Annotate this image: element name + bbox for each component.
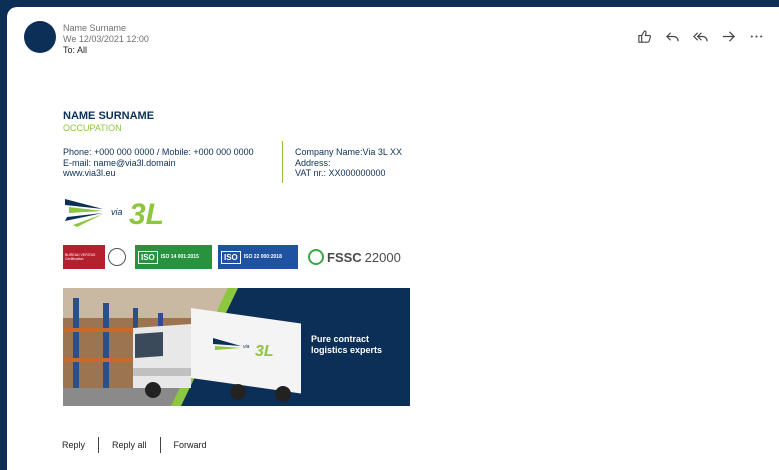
signature-contacts: Phone: +000 000 0000 / Mobile: +000 000 … xyxy=(63,147,254,179)
signature-company: Company Name:Via 3L XX Address: VAT nr.:… xyxy=(295,147,402,179)
avatar[interactable] xyxy=(24,21,56,53)
fssc-ring-icon xyxy=(308,249,324,265)
reply-button[interactable]: Reply xyxy=(62,440,85,450)
company-name: Company Name:Via 3L XX xyxy=(295,147,403,157)
reply-bar: Reply Reply all Forward xyxy=(62,437,207,453)
fssc-22000-badge: FSSC 22000 xyxy=(308,249,401,265)
forward-icon[interactable] xyxy=(719,27,737,45)
footer-divider xyxy=(98,437,100,453)
website-link[interactable]: www.via3l.eu xyxy=(63,168,254,179)
recipients: To: All xyxy=(63,45,88,55)
tagline-line-2: logistics experts xyxy=(311,345,383,355)
email-card: Name Surname We 12/03/2021 12:00 To: All… xyxy=(7,7,779,470)
sender-name[interactable]: Name Surname xyxy=(63,23,149,34)
company-vat: VAT nr.: XX000000000 xyxy=(295,168,386,178)
sent-date: We 12/03/2021 12:00 xyxy=(63,34,149,44)
svg-text:3L: 3L xyxy=(255,343,274,360)
company-address: Address: xyxy=(295,157,331,168)
signature-divider xyxy=(282,141,283,183)
like-icon[interactable] xyxy=(635,27,653,45)
fssc-text: FSSC xyxy=(327,249,362,265)
iso-14001-badge: ISO ISO 14 001:2015 xyxy=(135,245,212,269)
promo-banner[interactable]: via 3L Pure contract logistics experts xyxy=(63,288,410,406)
iso-14001-text: ISO 14 001:2015 xyxy=(160,254,199,260)
iso-22000-badge: ISO ISO 22 000:2018 xyxy=(218,245,298,269)
svg-text:via: via xyxy=(243,344,250,350)
bv-seal-icon xyxy=(105,245,129,269)
banner-tagline: Pure contract logistics experts xyxy=(311,334,406,356)
message-header: Name Surname We 12/03/2021 12:00 To: All xyxy=(63,23,149,56)
more-icon[interactable] xyxy=(747,27,765,45)
footer-divider xyxy=(159,437,161,453)
signature-occupation: OCCUPATION xyxy=(63,123,122,133)
iso-22000-text: ISO 22 000:2018 xyxy=(243,254,282,260)
svg-text:via: via xyxy=(111,207,123,217)
bv-text: BUREAU VERITAS Certification xyxy=(65,252,96,262)
signature-name: NAME SURNAME xyxy=(63,110,155,122)
phone-text: Phone: +000 000 0000 / Mobile: +000 000 … xyxy=(63,147,254,157)
reply-icon[interactable] xyxy=(663,27,681,45)
email-text[interactable]: E-mail: name@via3l.domain xyxy=(63,158,254,169)
tagline-line-1: Pure contract xyxy=(311,334,370,344)
certification-logos: BUREAU VERITAS Certification ISO ISO 14 … xyxy=(63,245,401,269)
message-actions xyxy=(635,27,765,45)
bureau-veritas-badge: BUREAU VERITAS Certification xyxy=(63,245,129,269)
fssc-number: 22000 xyxy=(364,249,401,265)
forward-button[interactable]: Forward xyxy=(174,440,207,450)
via3l-logo[interactable]: via 3L xyxy=(63,191,193,231)
svg-text:3L: 3L xyxy=(129,198,164,231)
reply-all-icon[interactable] xyxy=(691,27,709,45)
reply-all-button[interactable]: Reply all xyxy=(112,440,147,450)
